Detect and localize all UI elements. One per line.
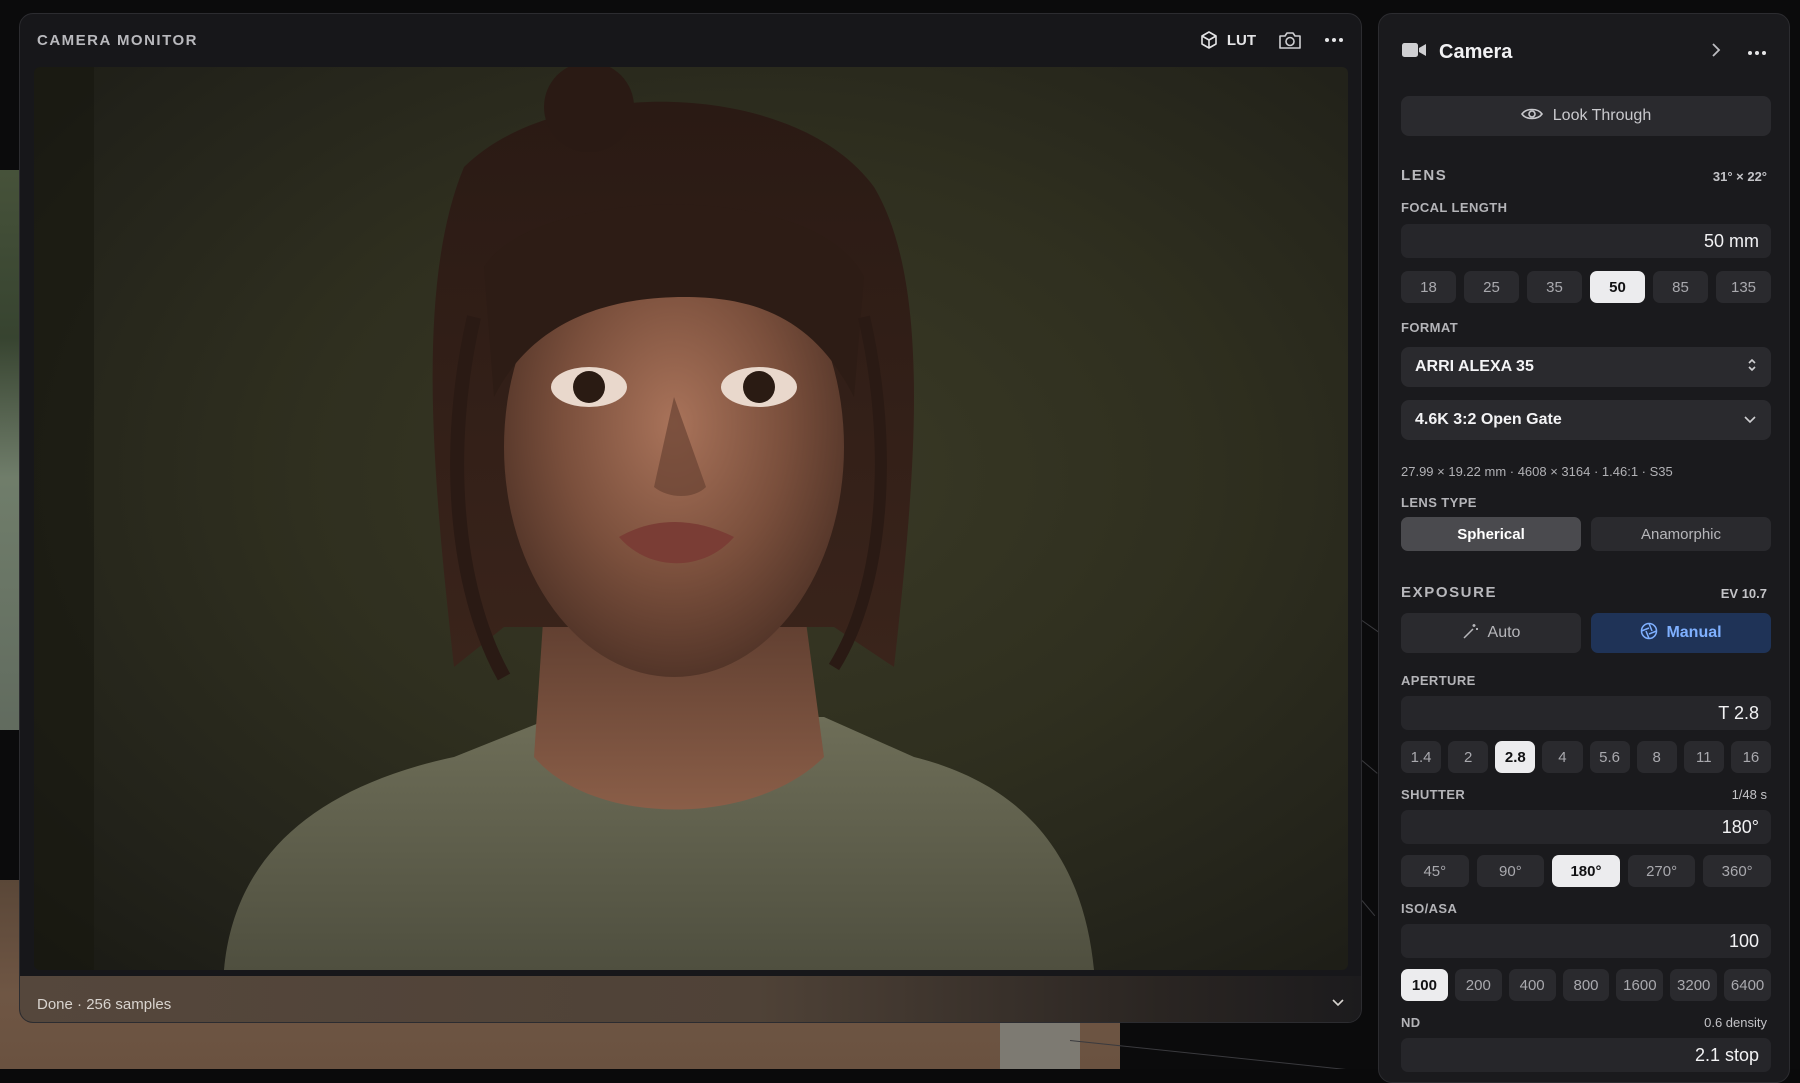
shutter-label: SHUTTER <box>1401 787 1465 802</box>
magic-wand-icon <box>1462 622 1480 645</box>
shutter-field[interactable]: 180° <box>1401 810 1771 844</box>
render-status: Done · 256 samples <box>37 996 171 1013</box>
monitor-status-bar: Done · 256 samples <box>20 976 1361 1023</box>
format-label: FORMAT <box>1401 320 1458 335</box>
lens-type-label: LENS TYPE <box>1401 495 1477 510</box>
more-icon <box>1324 37 1344 43</box>
look-through-label: Look Through <box>1553 107 1651 125</box>
shutter-value: 180° <box>1722 817 1759 838</box>
scene-object <box>1000 1020 1080 1069</box>
shutter-preset-chip[interactable]: 270° <box>1628 855 1696 887</box>
nd-density: 0.6 density <box>1704 1015 1767 1030</box>
aperture-preset-chip[interactable]: 8 <box>1637 741 1677 773</box>
lens-type-spherical[interactable]: Spherical <box>1401 517 1581 551</box>
scene-gridline <box>1362 760 1378 774</box>
iso-preset-chip[interactable]: 6400 <box>1724 969 1771 1001</box>
format-select[interactable]: ARRI ALEXA 35 <box>1401 347 1771 387</box>
look-through-button[interactable]: Look Through <box>1401 96 1771 136</box>
aperture-preset-chip[interactable]: 11 <box>1684 741 1724 773</box>
iso-preset-chip[interactable]: 200 <box>1455 969 1502 1001</box>
monitor-more-button[interactable] <box>1324 37 1344 43</box>
focal-length-preset-chip[interactable]: 135 <box>1716 271 1771 303</box>
scene-gridline <box>1362 900 1376 916</box>
lens-section-title: LENS <box>1401 167 1447 184</box>
video-camera-icon <box>1401 41 1427 64</box>
nd-value: 2.1 stop <box>1695 1045 1759 1066</box>
exposure-ev: EV 10.7 <box>1721 586 1767 601</box>
focal-length-preset-chip[interactable]: 50 <box>1590 271 1645 303</box>
aperture-preset-chip[interactable]: 5.6 <box>1590 741 1630 773</box>
eye-icon <box>1521 107 1543 126</box>
format-value: ARRI ALEXA 35 <box>1415 358 1534 376</box>
camera-monitor-panel: CAMERA MONITOR LUT <box>19 13 1362 1023</box>
shutter-presets: 45°90°180°270°360° <box>1401 855 1771 887</box>
lens-type-anamorphic[interactable]: Anamorphic <box>1591 517 1771 551</box>
iso-value: 100 <box>1729 931 1759 952</box>
focal-length-preset-chip[interactable]: 85 <box>1653 271 1708 303</box>
nd-field[interactable]: 2.1 stop <box>1401 1038 1771 1072</box>
shutter-preset-chip[interactable]: 360° <box>1703 855 1771 887</box>
iso-preset-chip[interactable]: 3200 <box>1670 969 1717 1001</box>
render-viewport[interactable] <box>34 67 1348 970</box>
snapshot-button[interactable] <box>1278 30 1302 50</box>
nd-label: ND <box>1401 1015 1421 1030</box>
focal-length-preset-chip[interactable]: 25 <box>1464 271 1519 303</box>
exposure-manual-label: Manual <box>1666 624 1721 642</box>
focal-length-label: FOCAL LENGTH <box>1401 200 1507 215</box>
lens-type-toggle: Spherical Anamorphic <box>1401 517 1771 551</box>
lut-button[interactable]: LUT <box>1199 30 1256 50</box>
aperture-presets: 1.422.845.681116 <box>1401 741 1771 773</box>
shutter-preset-chip[interactable]: 180° <box>1552 855 1620 887</box>
aperture-preset-chip[interactable]: 2 <box>1448 741 1488 773</box>
aperture-label: APERTURE <box>1401 673 1476 688</box>
monitor-header: CAMERA MONITOR LUT <box>20 14 1361 66</box>
aperture-preset-chip[interactable]: 16 <box>1731 741 1771 773</box>
iso-preset-chip[interactable]: 1600 <box>1616 969 1663 1001</box>
chevron-down-icon <box>1743 411 1757 429</box>
chevron-right-icon[interactable] <box>1711 42 1721 63</box>
sensor-mode-select[interactable]: 4.6K 3:2 Open Gate <box>1401 400 1771 440</box>
iso-field[interactable]: 100 <box>1401 924 1771 958</box>
render-image <box>34 67 1348 970</box>
focal-length-field[interactable]: 50 mm <box>1401 224 1771 258</box>
aperture-value: T 2.8 <box>1718 703 1759 724</box>
lut-label: LUT <box>1227 32 1256 49</box>
monitor-title: CAMERA MONITOR <box>37 32 198 49</box>
inspector-title: Camera <box>1439 41 1512 64</box>
shutter-preset-chip[interactable]: 90° <box>1477 855 1545 887</box>
camera-inspector-panel: Camera Look Through LENS 31° × 22° FOCAL… <box>1378 13 1790 1083</box>
focal-length-presets: 1825355085135 <box>1401 271 1771 303</box>
shutter-time: 1/48 s <box>1732 787 1767 802</box>
aperture-preset-chip[interactable]: 1.4 <box>1401 741 1441 773</box>
exposure-auto-label: Auto <box>1488 624 1521 642</box>
iso-preset-chip[interactable]: 800 <box>1563 969 1610 1001</box>
shutter-preset-chip[interactable]: 45° <box>1401 855 1469 887</box>
chevron-down-icon[interactable] <box>1331 994 1345 1012</box>
sensor-specs: 27.99 × 19.22 mm · 4608 × 3164 · 1.46:1 … <box>1401 464 1673 479</box>
aperture-field[interactable]: T 2.8 <box>1401 696 1771 730</box>
focal-length-value: 50 mm <box>1704 231 1759 252</box>
select-updown-icon <box>1747 357 1757 378</box>
sensor-mode-value: 4.6K 3:2 Open Gate <box>1415 411 1562 429</box>
aperture-preset-chip[interactable]: 4 <box>1542 741 1582 773</box>
more-icon[interactable] <box>1747 43 1767 61</box>
exposure-manual-button[interactable]: Manual <box>1591 613 1771 653</box>
inspector-header: Camera <box>1379 14 1789 90</box>
lens-fov: 31° × 22° <box>1713 169 1767 184</box>
exposure-mode-toggle: Auto Manual <box>1401 613 1771 653</box>
iso-presets: 100200400800160032006400 <box>1401 969 1771 1001</box>
iso-preset-chip[interactable]: 100 <box>1401 969 1448 1001</box>
camera-snapshot-icon <box>1278 30 1302 50</box>
aperture-icon <box>1640 622 1658 645</box>
iso-label: ISO/ASA <box>1401 901 1457 916</box>
aperture-preset-chip[interactable]: 2.8 <box>1495 741 1535 773</box>
exposure-auto-button[interactable]: Auto <box>1401 613 1581 653</box>
monitor-toolbar: LUT <box>1199 30 1344 50</box>
cube-icon <box>1199 30 1219 50</box>
scene-gridline <box>1362 620 1379 632</box>
focal-length-preset-chip[interactable]: 18 <box>1401 271 1456 303</box>
focal-length-preset-chip[interactable]: 35 <box>1527 271 1582 303</box>
exposure-section-title: EXPOSURE <box>1401 584 1497 601</box>
iso-preset-chip[interactable]: 400 <box>1509 969 1556 1001</box>
